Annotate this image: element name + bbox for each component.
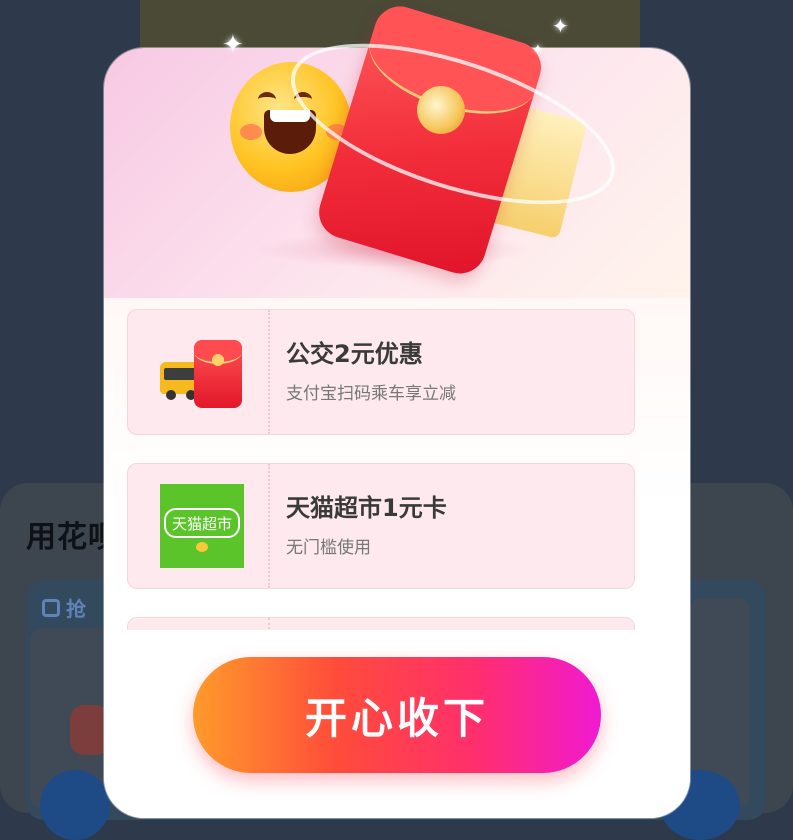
coupon-subtitle: 无门槛使用 xyxy=(286,538,371,558)
coupon-item: 天猫超市 天猫超市1元卡 无门槛使用 xyxy=(127,463,635,589)
red-packet-icon xyxy=(194,340,242,408)
coupon-item: 公交2元优惠 支付宝扫码乘车享立减 xyxy=(127,309,635,435)
coupon-divider xyxy=(268,310,270,434)
calendar-icon xyxy=(42,598,60,617)
tmall-supermarket-icon: 天猫超市 xyxy=(160,484,244,568)
list-clip-mask xyxy=(104,630,690,634)
background-card-tab-label: 抢 xyxy=(66,597,86,621)
coupon-subtitle: 支付宝扫码乘车享立减 xyxy=(286,384,456,404)
coupon-divider xyxy=(268,464,270,588)
coupon-title: 公交2元优惠 xyxy=(286,340,423,368)
tmall-icon-label: 天猫超市 xyxy=(164,508,240,538)
coupon-title: 天猫超市1元卡 xyxy=(286,494,447,522)
background-circle-left xyxy=(40,770,110,840)
accept-button[interactable]: 开心收下 xyxy=(193,657,601,773)
background-card-tab: 抢 xyxy=(42,593,86,622)
